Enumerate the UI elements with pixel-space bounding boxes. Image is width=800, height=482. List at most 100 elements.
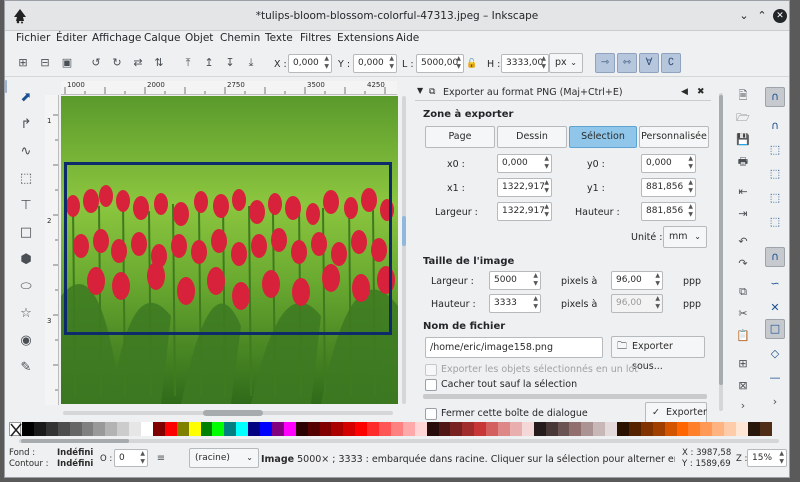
no-paint-swatch[interactable] [9, 422, 22, 437]
paste-icon[interactable]: 📋 [736, 329, 750, 343]
color-swatch[interactable] [200, 422, 213, 436]
3d-box-tool-icon[interactable]: ⬢ [18, 253, 34, 269]
width-input[interactable]: 5000,00 ▲ ▼ [416, 54, 464, 73]
open-icon[interactable]: 🗁 [736, 111, 750, 125]
lower-icon[interactable]: ↧ [223, 56, 237, 70]
color-swatch[interactable] [402, 422, 415, 436]
collapse-arrow-icon[interactable]: ▼ [417, 86, 423, 95]
color-swatch[interactable] [57, 422, 70, 436]
tab-drawing[interactable]: Dessin [497, 126, 567, 148]
snap-bbox-edges-icon[interactable]: ⬚ [768, 143, 782, 157]
color-swatch[interactable] [248, 422, 261, 436]
canvas-tulip-image[interactable] [61, 96, 398, 404]
menu-affichage[interactable]: Affichage [92, 32, 141, 44]
canvas-vertical-scrollbar[interactable] [399, 96, 409, 404]
color-swatch[interactable] [93, 422, 106, 436]
export-doc-icon[interactable]: ⇥ [736, 207, 750, 221]
dialog-horizontal-scrollbar[interactable] [423, 394, 707, 399]
menu-editer[interactable]: Éditer [56, 32, 87, 44]
color-swatch[interactable] [438, 422, 451, 436]
color-swatch[interactable] [164, 422, 177, 436]
x1-input[interactable]: 1322,917 ▲ ▼ [497, 178, 552, 197]
menu-aide[interactable]: Aide [396, 32, 419, 44]
color-swatch[interactable] [605, 422, 618, 436]
color-swatch[interactable] [271, 422, 284, 436]
tab-custom[interactable]: Personnalisée [639, 126, 709, 148]
opacity-input[interactable]: 0 ▲ ▼ [114, 449, 148, 467]
lock-ratio-icon[interactable]: 🔓 [466, 57, 477, 71]
flip-horizontal-icon[interactable]: ⇄ [131, 56, 145, 70]
color-swatch[interactable] [557, 422, 570, 436]
color-swatch[interactable] [260, 422, 272, 436]
color-swatch[interactable] [45, 422, 58, 436]
select-all-layers-icon[interactable]: ⊟ [38, 56, 52, 70]
redo-icon[interactable]: ↷ [736, 257, 750, 271]
area-width-input[interactable]: 1322,917 ▲ ▼ [497, 202, 552, 221]
star-tool-icon[interactable]: ☆ [18, 307, 34, 323]
color-swatch[interactable] [688, 422, 701, 436]
color-swatch[interactable] [69, 422, 82, 436]
canvas-horizontal-scrollbar[interactable] [63, 406, 393, 418]
spiral-tool-icon[interactable]: ◉ [18, 334, 34, 350]
color-swatch[interactable] [141, 422, 153, 436]
ellipse-tool-icon[interactable]: ⬭ [18, 280, 34, 296]
snap-bbox-midpoints-icon[interactable]: ⬚ [768, 191, 782, 205]
area-unit-select[interactable]: mm ⌄ [663, 226, 707, 248]
menu-texte[interactable]: Texte [265, 32, 293, 44]
color-swatch[interactable] [414, 422, 427, 436]
close-icon[interactable]: ✕ [773, 9, 787, 23]
color-swatch[interactable] [224, 422, 237, 436]
deselect-icon[interactable]: ▣ [60, 56, 74, 70]
color-swatch[interactable] [355, 422, 368, 436]
snap-page-border-icon[interactable]: □ [768, 322, 782, 336]
hide-others-checkbox[interactable] [425, 379, 437, 391]
color-swatch[interactable] [81, 422, 94, 436]
raise-icon[interactable]: ↥ [202, 56, 216, 70]
layers-menu-icon[interactable]: ≡ [156, 452, 166, 466]
color-swatch[interactable] [390, 422, 403, 436]
color-swatch[interactable] [724, 422, 737, 436]
color-swatch[interactable] [295, 422, 308, 436]
move-gradients-icon[interactable]: ∀ [639, 53, 659, 73]
color-swatch[interactable] [569, 422, 582, 436]
menu-fichier[interactable]: Fichier [16, 32, 50, 44]
scale-stroke-icon[interactable]: ⇾ [595, 53, 615, 73]
close-dialog-checkbox[interactable] [425, 408, 437, 420]
zoom-selection-icon[interactable]: ⊞ [736, 357, 750, 371]
color-swatch[interactable] [117, 422, 130, 436]
select-all-icon[interactable]: ⊞ [16, 56, 30, 70]
color-swatch[interactable] [700, 422, 713, 436]
color-swatch[interactable] [462, 422, 475, 436]
color-swatch[interactable] [486, 422, 499, 436]
flip-vertical-icon[interactable]: ⇅ [152, 56, 166, 70]
rotate-cw-icon[interactable]: ↻ [110, 56, 124, 70]
more-snap-icon[interactable]: › [768, 395, 782, 409]
img-width-input[interactable]: 5000 ▲ ▼ [489, 271, 541, 290]
color-swatch[interactable] [509, 422, 522, 436]
lower-to-bottom-icon[interactable]: ⤓ [244, 56, 258, 70]
snap-bbox-corners-icon[interactable]: ⬚ [768, 167, 782, 181]
color-swatch[interactable] [545, 422, 558, 436]
img-height-input[interactable]: 3333 ▲ ▼ [489, 294, 541, 313]
move-patterns-icon[interactable]: ∁ [661, 53, 681, 73]
selection-bounding-box[interactable] [64, 162, 392, 335]
export-button[interactable]: ✓ Exporter [645, 402, 707, 424]
color-swatch[interactable] [759, 422, 772, 436]
rectangle-tool-icon[interactable]: □ [18, 226, 34, 242]
dialog-vertical-scrollbar[interactable] [716, 93, 726, 411]
color-swatch[interactable] [188, 422, 201, 436]
dialog-close-icon[interactable]: ✖ [697, 87, 705, 97]
color-swatch[interactable] [331, 422, 344, 436]
y1-input[interactable]: 881,856 ▲ ▼ [641, 178, 696, 197]
rotate-ccw-icon[interactable]: ↺ [89, 56, 103, 70]
stroke-value[interactable]: Indéfini [57, 459, 93, 469]
color-swatch[interactable] [676, 422, 689, 436]
filename-input[interactable]: /home/eric/image158.png [425, 337, 603, 358]
snap-paths-icon[interactable]: ∽ [768, 277, 782, 291]
color-swatch[interactable] [319, 422, 332, 436]
x-input[interactable]: 0,000 ▲ ▼ [288, 54, 332, 73]
snap-centers-icon[interactable]: ◇ [768, 347, 782, 361]
y0-input[interactable]: 0,000 ▲ ▼ [641, 154, 696, 173]
color-swatch[interactable] [712, 422, 725, 436]
node-tool-icon[interactable]: ↱ [18, 118, 34, 134]
